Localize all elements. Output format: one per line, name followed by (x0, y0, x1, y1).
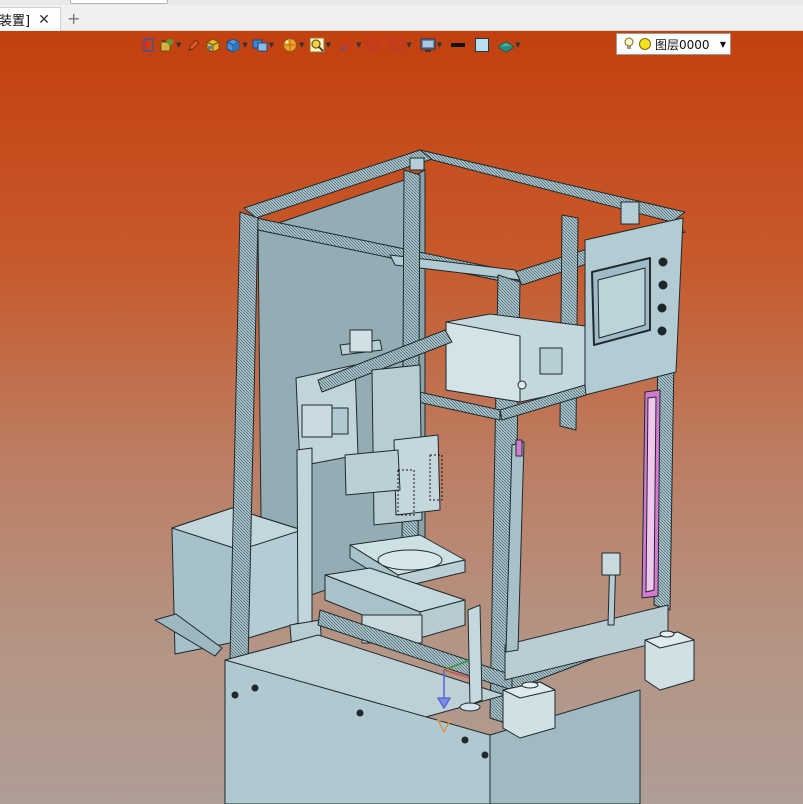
document-tab-label: 装置] (0, 14, 31, 29)
3d-viewport[interactable]: ▼ ▼ ▼ ▼ ▼ ▼ ▼ ▼ ▼ 图层0000 ▼ (0, 31, 803, 804)
new-tab-button[interactable]: + (67, 9, 80, 28)
search-field[interactable] (70, 0, 168, 4)
document-tab-bar: 装置] ✕ + (0, 5, 803, 31)
guide-column (296, 447, 313, 629)
assembly-model[interactable] (0, 31, 803, 804)
stepper-motor (301, 404, 333, 438)
document-tab[interactable]: 装置] ✕ (0, 7, 61, 31)
close-tab-icon[interactable]: ✕ (38, 12, 50, 28)
top-frame-right (419, 149, 686, 223)
